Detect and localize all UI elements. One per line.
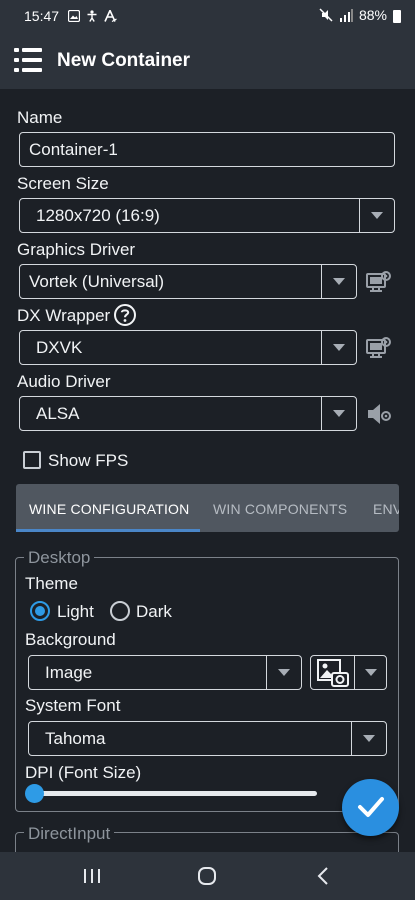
dpi-slider-track[interactable] — [34, 791, 317, 796]
dx-wrapper-value: DXVK — [36, 338, 83, 357]
chevron-down-icon — [365, 669, 377, 676]
audio-driver-dropdown-button[interactable] — [321, 397, 356, 430]
accessibility-icon — [87, 10, 97, 22]
battery-percentage: 88% — [358, 7, 387, 23]
status-bar: 15:47 88% — [0, 0, 415, 32]
screen-size-dropdown-button[interactable] — [359, 199, 394, 232]
theme-light-label[interactable]: Light — [57, 602, 94, 622]
name-label: Name — [17, 108, 63, 127]
checkmark-icon — [358, 797, 384, 817]
dpi-label: DPI (Font Size) — [25, 763, 142, 782]
status-system-icons: 88% — [319, 7, 401, 23]
background-value: Image — [45, 663, 93, 682]
show-fps-checkbox[interactable] — [23, 451, 41, 469]
tab-env[interactable]: ENV — [373, 501, 399, 517]
theme-light-radio[interactable] — [30, 601, 50, 621]
directinput-group-legend: DirectInput — [24, 824, 115, 844]
background-dropdown-button[interactable] — [266, 656, 301, 689]
dx-wrapper-label: DX Wrapper — [17, 306, 111, 325]
theme-dark-radio[interactable] — [110, 601, 130, 621]
screen-size-dropdown[interactable]: 1280x720 (16:9) — [19, 198, 395, 233]
show-fps-label: Show FPS — [48, 451, 129, 470]
image-camera-icon — [317, 659, 349, 687]
home-icon[interactable] — [193, 864, 221, 888]
back-icon[interactable] — [310, 864, 338, 888]
recent-apps-icon[interactable] — [78, 864, 106, 888]
name-input-value: Container-1 — [29, 140, 118, 159]
graphics-driver-settings-icon[interactable] — [365, 268, 393, 296]
font-a-icon — [104, 10, 117, 22]
background-image-dropdown-button[interactable] — [354, 656, 386, 689]
desktop-group-legend: Desktop — [24, 548, 95, 568]
system-font-dropdown[interactable]: Tahoma — [28, 721, 387, 756]
background-label: Background — [25, 630, 116, 649]
confirm-button[interactable] — [342, 779, 399, 836]
system-font-value: Tahoma — [45, 729, 106, 748]
dx-wrapper-settings-icon[interactable] — [365, 334, 393, 362]
background-image-picker[interactable] — [310, 655, 387, 690]
mute-icon — [319, 8, 333, 22]
status-notification-icons — [68, 8, 117, 22]
audio-driver-label: Audio Driver — [17, 372, 111, 391]
chevron-down-icon — [333, 344, 345, 351]
system-font-dropdown-button[interactable] — [351, 722, 386, 755]
help-icon[interactable] — [113, 303, 137, 327]
chevron-down-icon — [278, 669, 290, 676]
graphics-driver-value: Vortek (Universal) — [29, 272, 165, 291]
battery-icon — [393, 9, 401, 23]
name-input[interactable]: Container-1 — [19, 132, 395, 167]
menu-list-icon[interactable] — [14, 48, 42, 72]
audio-driver-value: ALSA — [36, 404, 80, 423]
chevron-down-icon — [333, 410, 345, 417]
active-tab-indicator — [16, 529, 200, 532]
screen-size-label: Screen Size — [17, 174, 109, 193]
screen-size-value: 1280x720 (16:9) — [36, 206, 160, 225]
theme-label: Theme — [25, 574, 78, 593]
chevron-down-icon — [333, 278, 345, 285]
chevron-down-icon — [371, 212, 383, 219]
dpi-slider-thumb[interactable] — [25, 784, 44, 803]
dx-wrapper-dropdown-button[interactable] — [321, 331, 356, 364]
tab-bar: WINE CONFIGURATION WIN COMPONENTS ENV — [16, 484, 399, 532]
signal-icon — [339, 8, 353, 22]
page-title: New Container — [57, 50, 191, 71]
system-navigation-bar — [0, 852, 415, 900]
chevron-down-icon — [363, 735, 375, 742]
dx-wrapper-dropdown[interactable]: DXVK — [19, 330, 357, 365]
app-bar: New Container — [0, 32, 415, 89]
system-font-label: System Font — [25, 696, 121, 715]
status-time: 15:47 — [24, 8, 60, 24]
graphics-driver-dropdown-button[interactable] — [321, 265, 356, 298]
tab-wine-configuration[interactable]: WINE CONFIGURATION — [29, 501, 189, 517]
theme-dark-label[interactable]: Dark — [136, 602, 172, 622]
graphics-driver-label: Graphics Driver — [17, 240, 136, 259]
audio-driver-dropdown[interactable]: ALSA — [19, 396, 357, 431]
graphics-driver-dropdown[interactable]: Vortek (Universal) — [19, 264, 357, 299]
background-dropdown[interactable]: Image — [28, 655, 302, 690]
audio-driver-settings-icon[interactable] — [365, 400, 393, 428]
gallery-icon — [68, 10, 80, 22]
tab-win-components[interactable]: WIN COMPONENTS — [213, 501, 347, 517]
